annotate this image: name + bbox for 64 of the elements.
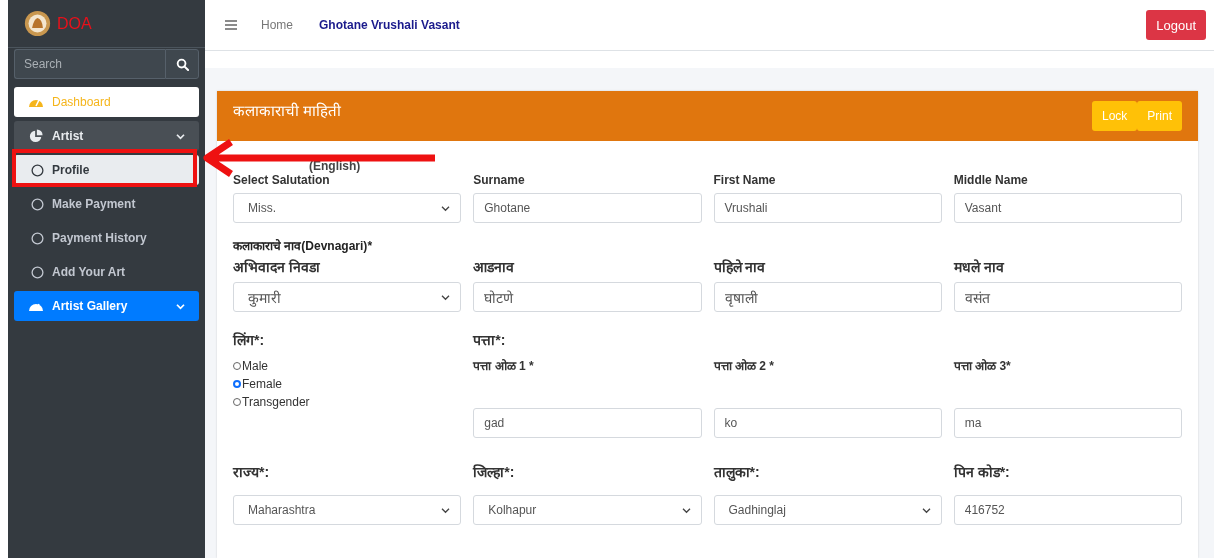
chevron-icon (441, 204, 451, 212)
chevron-icon (681, 506, 691, 514)
field-label: राज्य*: (233, 463, 270, 481)
field-label: पत्ता ओळ 2 * (713, 358, 774, 374)
field-label: पहिले नाव (713, 258, 766, 276)
nav-subitem[interactable]: Profile (14, 155, 199, 185)
nav-item[interactable]: Artist Gallery (14, 291, 199, 321)
select-field[interactable]: Miss. (233, 193, 462, 223)
field-label: First Name (713, 173, 776, 187)
field-label: पत्ता ओळ 3* (953, 358, 1011, 374)
section-heading: कलाकाराचे नाव(Devnagari)* (233, 238, 374, 255)
radio-option[interactable]: Transgender (233, 395, 310, 409)
field-label: पत्ता*: (473, 331, 506, 349)
input-field[interactable]: ma (953, 408, 1182, 438)
logout-button[interactable]: Logout (1146, 10, 1206, 40)
home-link[interactable]: Home (261, 18, 293, 32)
brand-name: DOA (57, 14, 92, 33)
select-field[interactable]: कुमारी (233, 282, 462, 312)
circle-icon (31, 265, 44, 279)
input-field[interactable]: घोटणे (473, 282, 702, 312)
field-label: लिंग*: (233, 331, 265, 349)
circle-icon (31, 163, 44, 177)
search-field[interactable]: Search (14, 49, 165, 79)
nav-subitem[interactable]: Add Your Art (14, 257, 199, 287)
input-field[interactable]: Ghotane (473, 193, 702, 223)
circle-icon (31, 197, 44, 211)
field-label: आडनाव (473, 258, 515, 276)
select-field[interactable]: Maharashtra (233, 495, 462, 525)
menu-icon[interactable] (225, 20, 237, 30)
input-field[interactable]: gad (473, 408, 702, 438)
radio-option[interactable]: Female (233, 377, 310, 391)
select-field[interactable]: Gadhinglaj (713, 495, 942, 525)
field-label: Select Salutation (233, 173, 330, 187)
field-label: Surname (473, 173, 525, 187)
chevron-icon (921, 506, 931, 514)
chevron-icon (176, 302, 185, 310)
select-field[interactable]: Kolhapur (473, 495, 702, 525)
input-field[interactable]: 416752 (953, 495, 1182, 525)
input-field[interactable]: वृषाली (713, 282, 942, 312)
radio-option[interactable]: Male (233, 359, 310, 373)
card-title: कलाकाराची माहिती (233, 101, 342, 120)
chevron-icon (441, 506, 451, 514)
search-icon (175, 57, 189, 71)
search-button[interactable] (165, 49, 199, 79)
field-label: मधले नाव (953, 258, 1004, 276)
input-field[interactable]: ko (713, 408, 942, 438)
input-field[interactable]: Vrushali (713, 193, 942, 223)
nav-subitem[interactable]: Payment History (14, 223, 199, 253)
circle-icon (31, 231, 44, 245)
section-heading: (English) (309, 159, 361, 173)
logo-icon (24, 10, 51, 37)
user-name-link[interactable]: Ghotane Vrushali Vasant (319, 18, 460, 32)
input-field[interactable]: वसंत (953, 282, 1182, 312)
field-label: तालुका*: (713, 463, 760, 481)
field-label: Middle Name (953, 173, 1028, 187)
field-label: अभिवादन निवडा (233, 258, 320, 276)
chevron-icon (441, 293, 451, 301)
field-label: जिल्हा*: (473, 463, 515, 481)
pie-chart-icon (28, 129, 44, 143)
field-label: पत्ता ओळ 1 * (473, 358, 534, 374)
input-field[interactable]: Vasant (953, 193, 1182, 223)
nav-subitem[interactable]: Make Payment (14, 189, 199, 219)
field-label: पिन कोड*: (953, 463, 1010, 481)
nav-item[interactable]: Artist (14, 121, 199, 151)
